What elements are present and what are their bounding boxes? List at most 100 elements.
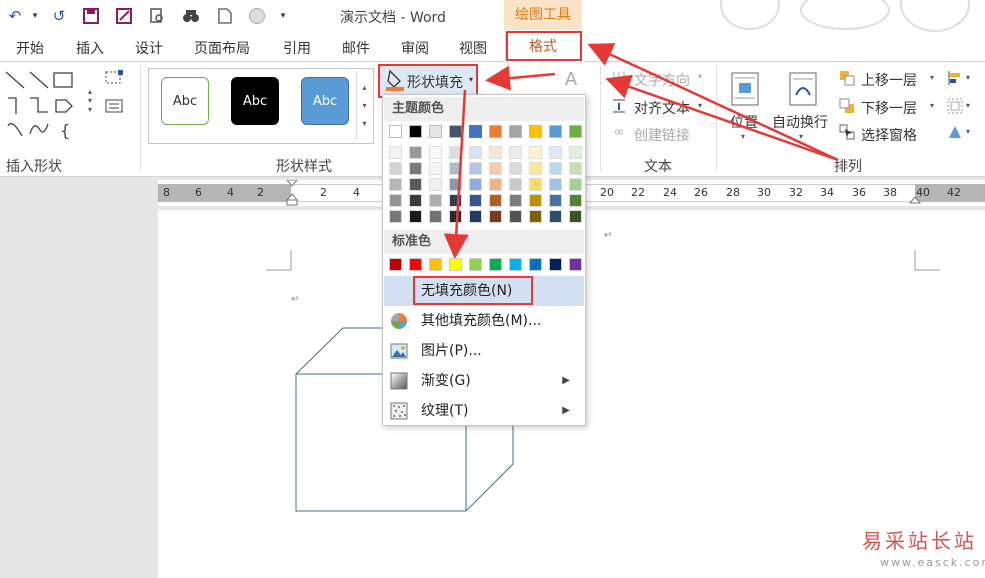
picture-fill-item[interactable]: 图片(P)... [384, 336, 584, 366]
theme-shade-swatch[interactable] [509, 210, 522, 223]
theme-shade-swatch[interactable] [549, 210, 562, 223]
theme-shade-swatch[interactable] [549, 162, 562, 175]
theme-shade-swatch[interactable] [569, 178, 582, 191]
theme-shade-swatch[interactable] [469, 146, 482, 159]
theme-shade-swatch[interactable] [389, 194, 402, 207]
theme-shade-swatch[interactable] [549, 178, 562, 191]
standard-color-swatch[interactable] [529, 258, 542, 271]
tab-insert[interactable]: 插入 [76, 38, 104, 58]
theme-shade-swatch[interactable] [529, 178, 542, 191]
shape-gallery[interactable]: { [4, 70, 84, 140]
theme-color-swatch[interactable] [469, 125, 482, 138]
tab-mailings[interactable]: 邮件 [342, 38, 370, 58]
theme-shade-swatch[interactable] [489, 194, 502, 207]
theme-shade-swatch[interactable] [469, 194, 482, 207]
tab-home[interactable]: 开始 [16, 38, 44, 58]
theme-color-swatch[interactable] [529, 125, 542, 138]
style-sample-outline[interactable]: Abc [161, 77, 209, 125]
theme-shade-swatch[interactable] [429, 194, 442, 207]
indent-marker-icon[interactable] [286, 180, 298, 206]
selection-pane-label[interactable]: 选择窗格 [861, 125, 917, 145]
theme-color-swatch[interactable] [569, 125, 582, 138]
undo-icon[interactable]: ↶ [4, 5, 26, 27]
tab-references[interactable]: 引用 [283, 38, 311, 58]
theme-shade-swatch[interactable] [569, 194, 582, 207]
align-text-icon[interactable] [610, 98, 628, 114]
send-backward-label[interactable]: 下移一层 [861, 98, 917, 118]
text-direction-label[interactable]: 文字方向 [634, 70, 690, 90]
edit-shape-icon[interactable] [100, 68, 130, 88]
group-objects-icon[interactable] [946, 98, 964, 114]
text-direction-icon[interactable] [610, 70, 628, 86]
style-sample-dark[interactable]: Abc [231, 77, 279, 125]
theme-shade-swatch[interactable] [449, 210, 462, 223]
bring-forward-icon[interactable] [838, 70, 856, 86]
standard-color-swatch[interactable] [409, 258, 422, 271]
theme-shade-swatch[interactable] [409, 162, 422, 175]
save-as-icon[interactable] [113, 5, 135, 27]
theme-shade-swatch[interactable] [429, 146, 442, 159]
style-sample-blue[interactable]: Abc [301, 77, 349, 125]
position-label[interactable]: 位置 [730, 112, 758, 132]
theme-shade-swatch[interactable] [489, 146, 502, 159]
theme-shade-swatch[interactable] [529, 146, 542, 159]
rotate-icon[interactable] [946, 124, 964, 140]
theme-color-swatch[interactable] [389, 125, 402, 138]
theme-shade-swatch[interactable] [449, 162, 462, 175]
create-link-label[interactable]: 创建链接 [634, 125, 690, 145]
texture-fill-item[interactable]: 纹理(T) ▶ [384, 396, 584, 426]
theme-shade-swatch[interactable] [489, 178, 502, 191]
theme-shade-swatch[interactable] [409, 210, 422, 223]
theme-shade-swatch[interactable] [509, 146, 522, 159]
standard-color-swatch[interactable] [429, 258, 442, 271]
theme-shade-swatch[interactable] [509, 162, 522, 175]
undo-dropdown-icon[interactable]: ▾ [24, 5, 46, 27]
print-preview-icon[interactable] [146, 5, 168, 27]
wrap-text-label[interactable]: 自动换行 [772, 112, 828, 132]
theme-shade-swatch[interactable] [409, 178, 422, 191]
shape-fill-button[interactable]: 形状填充 ▾ [378, 64, 478, 98]
align-icon[interactable] [946, 70, 964, 86]
theme-shade-swatch[interactable] [429, 210, 442, 223]
theme-shade-swatch[interactable] [409, 194, 422, 207]
theme-shade-swatch[interactable] [469, 178, 482, 191]
theme-shade-swatch[interactable] [449, 146, 462, 159]
selection-pane-icon[interactable] [838, 124, 856, 140]
theme-color-swatch[interactable] [489, 125, 502, 138]
circle-shape-icon[interactable] [246, 5, 268, 27]
theme-shade-swatch[interactable] [529, 210, 542, 223]
standard-color-swatch[interactable] [389, 258, 402, 271]
tab-design[interactable]: 设计 [135, 38, 163, 58]
theme-color-swatch[interactable] [449, 125, 462, 138]
save-icon[interactable] [80, 5, 102, 27]
theme-shade-swatch[interactable] [549, 146, 562, 159]
standard-color-swatch[interactable] [509, 258, 522, 271]
theme-shade-swatch[interactable] [569, 210, 582, 223]
theme-shade-swatch[interactable] [389, 162, 402, 175]
standard-color-swatch[interactable] [449, 258, 462, 271]
theme-color-swatch[interactable] [549, 125, 562, 138]
find-icon[interactable] [180, 5, 202, 27]
theme-shade-swatch[interactable] [429, 178, 442, 191]
gradient-fill-item[interactable]: 渐变(G) ▶ [384, 366, 584, 396]
theme-shade-swatch[interactable] [489, 162, 502, 175]
theme-shade-swatch[interactable] [449, 178, 462, 191]
standard-color-swatch[interactable] [549, 258, 562, 271]
right-indent-marker-icon[interactable] [909, 194, 921, 204]
theme-shade-swatch[interactable] [409, 146, 422, 159]
theme-shade-swatch[interactable] [489, 210, 502, 223]
new-document-icon[interactable] [214, 5, 236, 27]
theme-shade-swatch[interactable] [449, 194, 462, 207]
theme-shade-swatch[interactable] [549, 194, 562, 207]
text-fill-icon[interactable]: A [560, 68, 582, 90]
more-fill-colors-item[interactable]: 其他填充颜色(M)... [384, 306, 584, 336]
theme-shade-swatch[interactable] [569, 146, 582, 159]
bring-forward-label[interactable]: 上移一层 [861, 70, 917, 90]
theme-shade-swatch[interactable] [469, 162, 482, 175]
customize-qat-icon[interactable]: ▾ [272, 5, 294, 27]
tab-page-layout[interactable]: 页面布局 [194, 38, 250, 58]
theme-color-swatch[interactable] [509, 125, 522, 138]
theme-shade-swatch[interactable] [389, 146, 402, 159]
tab-view[interactable]: 视图 [459, 38, 487, 58]
theme-shade-swatch[interactable] [389, 210, 402, 223]
